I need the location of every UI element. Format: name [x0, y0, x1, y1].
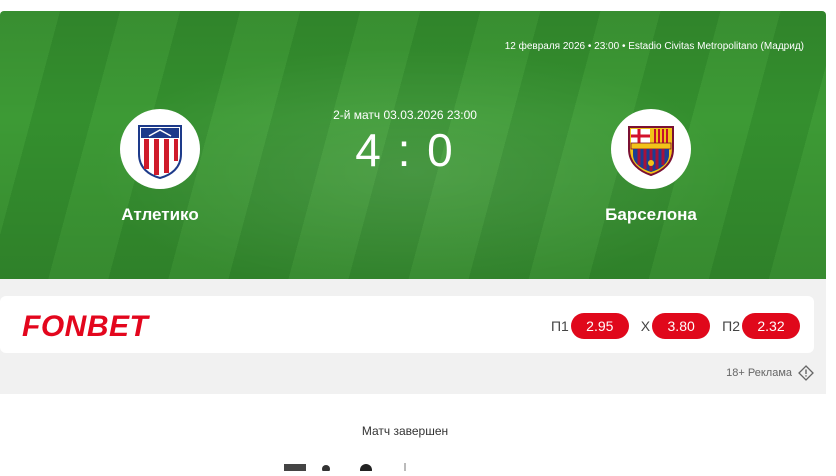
match-info: 12 февраля 2026 • 23:00 • Estadio Civita…: [504, 41, 804, 52]
home-team-name: Атлетико: [121, 205, 199, 224]
home-team[interactable]: Атлетико: [80, 109, 240, 225]
away-team[interactable]: Барселона: [571, 109, 731, 225]
info-icon[interactable]: [798, 365, 814, 381]
match-hero: 12 февраля 2026 • 23:00 • Estadio Civita…: [0, 11, 826, 279]
odd-label-home: П1: [550, 318, 569, 334]
ad-disclaimer-label: 18+ Реклама: [726, 367, 792, 379]
match-status: Матч завершен: [361, 424, 449, 438]
ad-disclaimer[interactable]: 18+ Реклама: [726, 365, 814, 381]
atletico-crest-icon: [120, 109, 200, 189]
odd-home-button[interactable]: 2.95: [570, 313, 629, 339]
odd-label-draw: Х: [640, 318, 651, 334]
barcelona-crest-icon: [611, 109, 691, 189]
bookmaker-banner[interactable]: FONBET П1 2.95 Х 3.80 П2 2.32: [0, 296, 814, 353]
odds-group: П1 2.95 Х 3.80 П2 2.32: [551, 313, 800, 339]
away-team-name: Барселона: [605, 205, 697, 224]
odd-label-away: П2: [722, 318, 740, 334]
odd-draw-button[interactable]: 3.80: [652, 313, 711, 339]
events-row-partial: [270, 458, 430, 476]
odd-away-button[interactable]: 2.32: [742, 313, 800, 339]
fonbet-logo[interactable]: FONBET: [22, 310, 148, 344]
